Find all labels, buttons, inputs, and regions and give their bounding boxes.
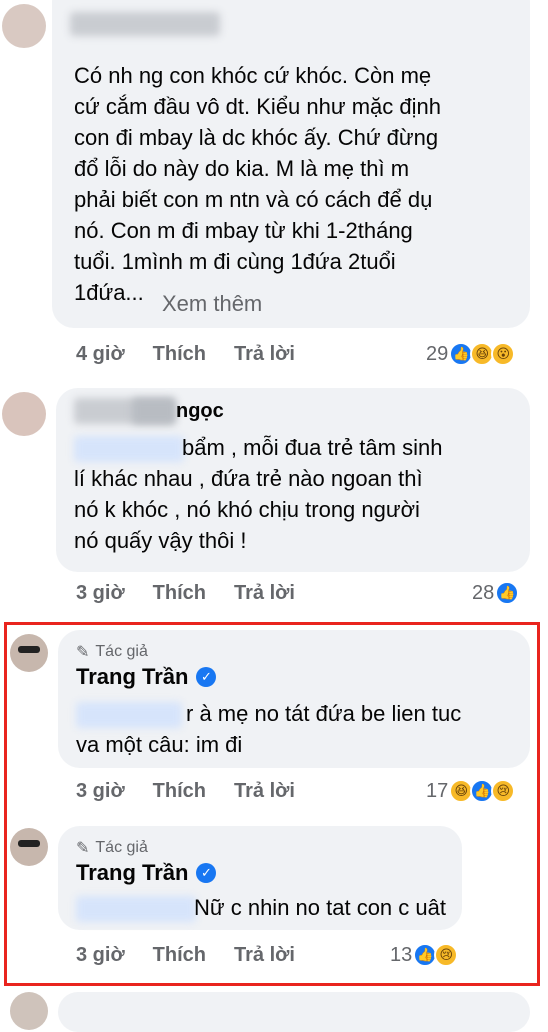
comment-time: 3 giờ [76, 582, 125, 604]
reply-text: Nữ c nhin no tat con c uât [194, 895, 446, 920]
like-reaction-icon: 👍 [495, 581, 520, 605]
reply-time: 3 giờ [76, 780, 125, 802]
avatar[interactable] [2, 4, 46, 48]
reaction-count: 17 [426, 779, 449, 802]
avatar[interactable] [2, 392, 46, 436]
reply-button[interactable]: Trả lời [234, 343, 295, 366]
comment-text: Có nh ng con khóc cứ khóc. Còn mẹ cứ cắm… [74, 63, 441, 305]
author-tag-label: Tác giả [95, 643, 148, 660]
pencil-icon: ✎ [76, 644, 90, 661]
sad-reaction-icon: 😢 [434, 943, 459, 967]
verified-badge-icon: ✓ [196, 667, 217, 687]
reply-button[interactable]: Trả lời [234, 944, 295, 967]
commenter-name[interactable]: ngọc [176, 400, 224, 423]
author-name[interactable]: Trang Trần [76, 664, 188, 690]
reaction-summary[interactable]: 17 😆 👍 😢 [426, 779, 516, 803]
wow-reaction-icon: 😮 [491, 342, 516, 366]
blurred-name [70, 12, 220, 36]
author-name[interactable]: Trang Trần [76, 860, 188, 886]
reaction-summary[interactable]: 28 👍 [472, 581, 520, 605]
like-button[interactable]: Thích [153, 780, 206, 803]
reaction-count: 13 [390, 943, 413, 966]
reaction-count: 28 [472, 581, 495, 604]
like-button[interactable]: Thích [153, 582, 206, 605]
reaction-summary[interactable]: 29 👍 😆 😮 [426, 342, 516, 366]
reply-time: 3 giờ [76, 944, 125, 966]
author-name-row[interactable]: Trang Trần ✓ [76, 664, 217, 690]
pencil-icon: ✎ [76, 840, 90, 857]
reply-text: r à mẹ no tát đứa be lien tuc va một câu… [76, 701, 462, 757]
comment-text: bẩm , mỗi đua trẻ tâm sinh lí khác nhau … [74, 435, 443, 553]
comment-time: 4 giờ [76, 343, 125, 365]
like-button[interactable]: Thích [153, 944, 206, 967]
author-name-row[interactable]: Trang Trần ✓ [76, 860, 217, 886]
reaction-summary[interactable]: 13 👍 😢 [390, 943, 459, 967]
like-button[interactable]: Thích [153, 343, 206, 366]
avatar[interactable] [10, 992, 48, 1030]
sad-reaction-icon: 😢 [491, 779, 516, 803]
author-tag-label: Tác giả [95, 839, 148, 856]
author-avatar[interactable] [10, 634, 48, 672]
verified-badge-icon: ✓ [196, 863, 217, 883]
author-avatar[interactable] [10, 828, 48, 866]
reply-button[interactable]: Trả lời [234, 582, 295, 605]
see-more-link[interactable]: Xem thêm [162, 291, 262, 317]
blurred-name [132, 398, 176, 424]
reaction-count: 29 [426, 342, 449, 365]
comment-bubble [58, 992, 530, 1032]
reply-button[interactable]: Trả lời [234, 780, 295, 803]
